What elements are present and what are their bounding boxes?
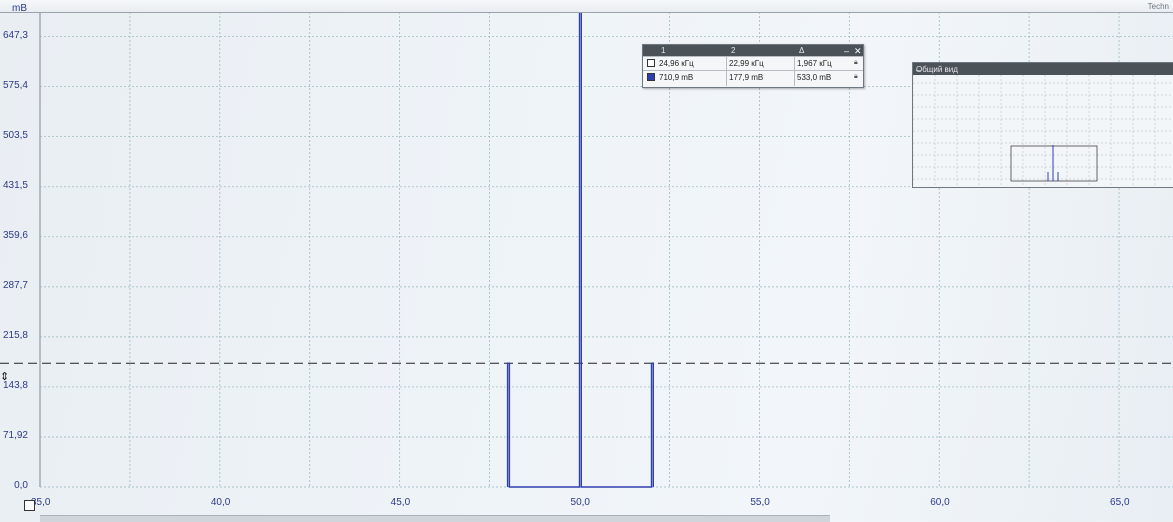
marker2-frequency: 22,99 кГц [729, 59, 764, 68]
spectrum-trace [506, 0, 654, 488]
y-axis-unit: mB [12, 3, 27, 14]
y-tick-label: 71,92 [2, 429, 28, 441]
overview-header: Общий вид – [913, 63, 1173, 75]
y-tick-label: 287,7 [2, 279, 28, 291]
table-divider [726, 56, 727, 86]
overview-viewport-box[interactable] [1010, 145, 1098, 182]
table-divider [794, 56, 795, 86]
marker-row-level: 710,9 mB 177,9 mB 533,0 mB 🔒︎ [643, 70, 863, 84]
y-tick-label: 575,4 [2, 79, 28, 91]
spectrum-series-line [506, 0, 654, 488]
minimize-icon[interactable]: – [916, 65, 1171, 75]
x-tick-label: 40,0 [210, 497, 231, 508]
y-tick-label: 431,5 [2, 179, 28, 191]
marker-header-2: 2 [731, 46, 736, 55]
brand-text: Techn [1147, 2, 1169, 11]
x-tick-label: 55,0 [750, 497, 770, 508]
x-tick-label: 45,0 [390, 497, 411, 508]
marker2-level: 177,9 mB [729, 73, 764, 82]
spectrum-peak-point [506, 362, 509, 364]
minimize-icon[interactable]: – [844, 46, 849, 56]
spectrum-peak-point [650, 362, 653, 364]
y-tick-label: 0,0 [14, 480, 28, 491]
marker-header-delta: Δ [799, 46, 805, 55]
overview-grid [913, 75, 1173, 187]
y-tick-label: 647,3 [2, 29, 28, 41]
marker-row-swatch [647, 59, 655, 67]
marker-row-frequency: 24,96 кГц 22,99 кГц 1,967 кГц 🔒︎ [643, 56, 863, 70]
spectrum-peak-point [508, 362, 510, 364]
x-tick-label: 60,0 [930, 497, 950, 508]
marker-readout-table: 1 2 Δ – ✕ 24,96 кГц 22,99 кГц 1,967 кГц … [642, 44, 864, 88]
marker1-frequency: 24,96 кГц [659, 59, 694, 68]
marker1-level: 710,9 mB [659, 73, 694, 82]
marker-table-header: 1 2 Δ – ✕ [643, 45, 863, 56]
y-tick-label: 503,5 [2, 129, 28, 141]
window-top-bar: Techn [0, 0, 1173, 13]
y-tick-label: 215,8 [2, 329, 28, 341]
lock-icon[interactable]: 🔒︎ [854, 59, 858, 67]
overview-minimap[interactable] [913, 75, 1173, 187]
marker-row-swatch [647, 73, 655, 81]
level-cursor-handle-icon[interactable]: ⇕ [0, 370, 9, 383]
spectrum-peak-point [652, 362, 654, 364]
y-tick-label: 359,6 [2, 229, 28, 241]
overview-panel[interactable]: Общий вид – [912, 62, 1173, 188]
x-tick-label: 50,0 [570, 497, 590, 508]
marker-header-1: 1 [661, 46, 666, 55]
autoscale-icon[interactable] [24, 500, 35, 511]
delta-level: 533,0 mB [797, 73, 832, 82]
delta-frequency: 1,967 кГц [797, 59, 832, 68]
x-tick-label: 65,0 [1110, 497, 1130, 508]
lock-icon[interactable]: 🔒︎ [854, 73, 858, 81]
